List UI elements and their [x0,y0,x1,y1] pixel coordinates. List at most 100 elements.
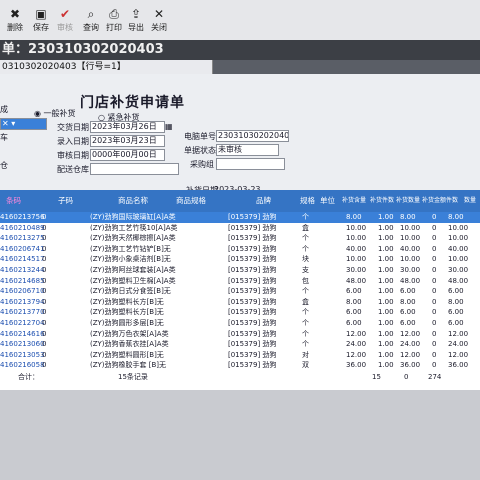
cell-d: 6.00 [448,287,464,296]
total-label: 合计： [18,373,39,381]
cell-code: 4160214517 [0,255,45,264]
cell-c: 0 [432,255,437,264]
cell-name: (ZY)劲狗阿丝球套装[A]A类 [90,266,176,274]
cell-c: 0 [432,350,437,359]
cell-sub: 0 [42,308,47,317]
cell-name: (ZY)劲狗橡胶手套 [B]无 [90,361,167,370]
cell-c: 0 [432,266,437,274]
entry-date-label: 录入日期 [57,137,89,146]
delivery-date-label: 交货日期 [57,123,89,132]
cell-n2: 24.00 [400,340,421,349]
save-button[interactable]: ▣ 保存 [28,6,54,36]
total-records: 15条记录 [118,373,148,381]
store-select[interactable]: ✕ ▾ [0,118,47,130]
entry-date-field[interactable]: 2023年03月23日 [90,135,165,147]
cell-n2: 48.00 [400,276,421,285]
table-row[interactable]: 4160213060 0 (ZY)劲狗香蕉衣挂[A]A类 [015379] 劲狗个 24… [0,339,480,350]
table-row[interactable]: 4160214616 0 (ZY)劲狗万色衣架[A]A类 [015379] 劲狗个 12… [0,329,480,340]
table-row[interactable]: 4160206710 0 (ZY)劲狗日式分食签[B]无 [015379] 劲狗个 6.… [0,286,480,297]
cell-qty: 8.00 [346,297,362,306]
total-d: 274 [428,373,442,381]
table-row[interactable]: 4160213756 0 (ZY)劲狗国际玻璃缸[A]A类 [015379] 劲狗个 8… [0,212,480,223]
delivery-date-field[interactable]: 2023年03月26日 [90,121,165,133]
tab-current-document[interactable]: 0310302020403【行号=1】 [0,60,213,74]
cell-code: 4160213756 [0,213,45,221]
cell-unit: 双 [302,361,309,370]
status-field[interactable]: 未审核 [216,144,279,156]
table-row[interactable]: 4160206741 0 (ZY)劲狗工艺竹钻铲[B]无 [015379] 劲狗个 40… [0,244,480,255]
cell-unit: 个 [302,308,309,317]
table-row[interactable]: 4160213244 0 (ZY)劲狗阿丝球套装[A]A类 [015379] 劲狗支 3… [0,265,480,276]
col-header[interactable]: 规格 [300,195,315,206]
table-row[interactable]: 4160210489 0 (ZY)劲狗工艺竹筷10[A]A类 [015379] 劲狗盒… [0,223,480,234]
cell-n2: 12.00 [400,329,421,338]
cell-brand: [015379] 劲狗 [228,213,277,221]
cell-n2: 8.00 [400,213,416,221]
table-row[interactable]: 4160213275 0 (ZY)劲狗天然椰棕擦[A]A类 [015379] 劲狗个 1… [0,233,480,244]
table-row[interactable]: 4160214517 0 (ZY)劲狗小象桌洁剂[B]无 [015379] 劲狗块 10… [0,254,480,265]
col-header[interactable]: 子码 [58,195,73,206]
cell-unit: 个 [302,234,309,243]
save-icon: ▣ [35,7,47,21]
cell-name: (ZY)劲狗工艺竹筷10[A]A类 [90,223,178,232]
cell-name: (ZY)劲狗塑料长方[B]无 [90,297,164,306]
col-header[interactable]: 商品名称 [118,195,148,206]
col-header[interactable]: 数量 [464,195,476,204]
cell-n1: 1.00 [378,223,394,232]
cell-n2: 36.00 [400,361,421,370]
cell-qty: 12.00 [346,329,367,338]
cell-n2: 10.00 [400,223,421,232]
cell-sub: 0 [42,319,47,327]
cell-unit: 个 [302,319,309,327]
cell-n1: 1.00 [378,297,394,306]
delete-icon: ✖ [9,7,21,21]
cell-code: 4160213770 [0,308,45,317]
cell-unit: 个 [302,287,309,296]
cell-n2: 30.00 [400,266,421,274]
col-header[interactable]: 条码 [6,195,21,206]
table-row[interactable]: 4160213794 0 (ZY)劲狗塑料长方[B]无 [015379] 劲狗盒 8.0… [0,297,480,308]
cell-brand: [015379] 劲狗 [228,329,277,338]
audit-date-field[interactable]: 0000年00月00日 [90,149,165,161]
table-row[interactable]: 4160214685 0 (ZY)劲狗塑料卫生棉[A]A类 [015379] 劲狗包 4… [0,276,480,287]
purchase-group-label: 采购组 [190,160,214,169]
cell-code: 4160213060 [0,340,45,349]
table-row[interactable]: 4160216058 0 (ZY)劲狗橡胶手套 [B]无 [015379] 劲狗双 36… [0,360,480,371]
computer-no-field[interactable]: 230310302020403 [216,130,289,142]
close-button[interactable]: ✕ 关闭 [146,6,172,36]
col-header[interactable]: 单位 [320,195,335,206]
cell-unit: 块 [302,255,309,264]
audit-button[interactable]: ✔ 审核 [52,6,78,36]
cell-unit: 个 [302,340,309,349]
cell-code: 4160206741 [0,244,45,253]
purchase-group-field[interactable] [216,158,285,170]
table-row[interactable]: 4160213053 0 (ZY)劲狗塑料圆形[B]无 [015379] 劲狗对 12.… [0,350,480,361]
table-row[interactable]: 4160213770 0 (ZY)劲狗塑料长方[B]无 [015379] 劲狗个 6.0… [0,307,480,318]
col-header[interactable]: 补货金额 [422,195,446,204]
col-header[interactable]: 件数 [446,195,458,204]
cell-code: 4160206710 [0,287,45,296]
col-header[interactable]: 商品规格 [176,195,206,206]
desk-area [0,390,480,480]
cell-d: 6.00 [448,308,464,317]
cell-brand: [015379] 劲狗 [228,234,277,243]
total-n1: 15 [372,373,381,381]
col-header[interactable]: 品牌 [256,195,271,206]
table-row[interactable]: 4160212704 0 (ZY)劲狗圆形多层[B]无 [015379] 劲狗个 6.0… [0,318,480,329]
document-number-bar: 单：230310302020403 [0,40,480,60]
col-header[interactable]: 补货含量 [342,195,366,204]
order-form: 门店补货申请单 成 ◉ 一般补货 ○ 紧急补货 ✕ ▾ 车 仓 交货日期 202… [0,74,480,195]
calendar-icon[interactable]: ▦ [165,122,173,131]
close-icon: ✕ [153,7,165,21]
cell-sub: 0 [42,297,47,306]
cell-n1: 1.00 [378,244,394,253]
cell-n1: 1.00 [378,213,394,221]
col-header[interactable]: 补货件数 [370,195,394,204]
col-header[interactable]: 补货数量 [396,195,420,204]
delete-button[interactable]: ✖ 删除 [2,6,28,36]
cell-qty: 36.00 [346,361,367,370]
warehouse-field[interactable] [90,163,179,175]
cell-n1: 1.00 [378,234,394,243]
cell-c: 0 [432,319,437,327]
page-title: 门店补货申请单 [80,95,185,111]
